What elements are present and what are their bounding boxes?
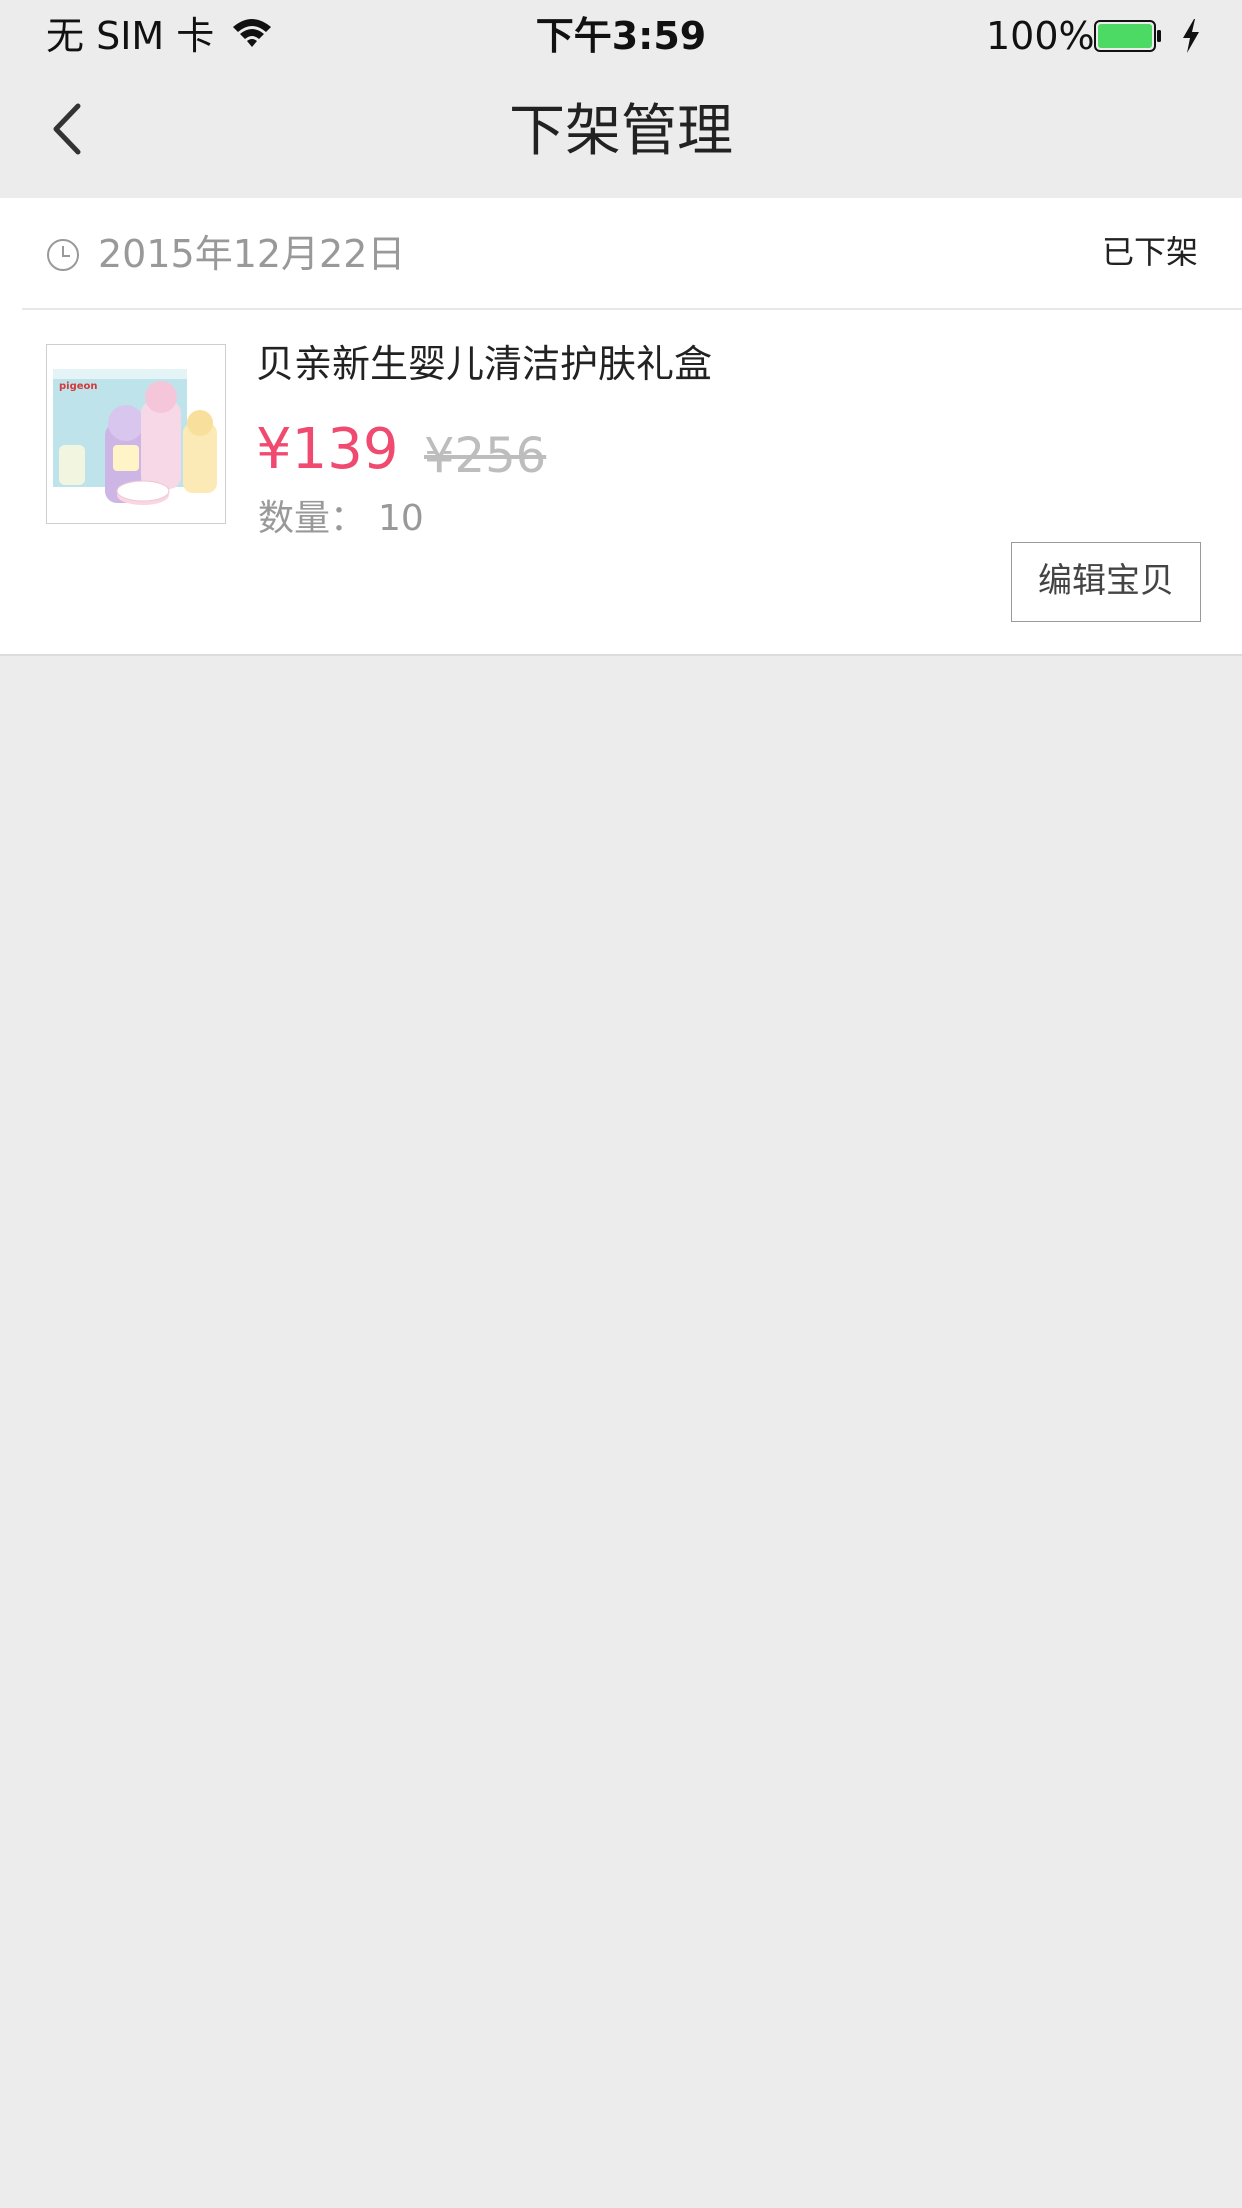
svg-text:pigeon: pigeon <box>59 381 98 392</box>
product-name[interactable]: 贝亲新生婴儿清洁护肤礼盒 <box>256 336 712 392</box>
current-price: ¥139 <box>256 417 399 482</box>
divider <box>22 308 1242 310</box>
delisted-item-card: 2015年12月22日 已下架 pigeon 贝亲新生婴儿清洁护肤礼盒 ¥139… <box>0 198 1242 656</box>
edit-item-button[interactable]: 编辑宝贝 <box>1011 542 1201 622</box>
product-thumbnail[interactable]: pigeon <box>46 344 226 524</box>
quantity-label: 数量： <box>258 498 367 539</box>
card-header: 2015年12月22日 已下架 <box>0 198 1242 308</box>
battery-percent: 100% <box>986 14 1095 58</box>
original-price: ¥256 <box>424 428 547 484</box>
bolt-icon <box>1183 19 1199 53</box>
product-image: pigeon <box>47 345 224 522</box>
quantity-value: 10 <box>378 498 424 539</box>
page-title: 下架管理 <box>509 99 733 164</box>
order-date: 2015年12月22日 <box>98 232 406 276</box>
nav-bar: 下架管理 <box>0 72 1242 198</box>
battery-icon <box>1094 20 1161 52</box>
status-bar: 无 SIM 卡 下午3:59 100% <box>0 0 1242 72</box>
clock-icon <box>47 239 79 271</box>
status-badge: 已下架 <box>1101 233 1198 271</box>
